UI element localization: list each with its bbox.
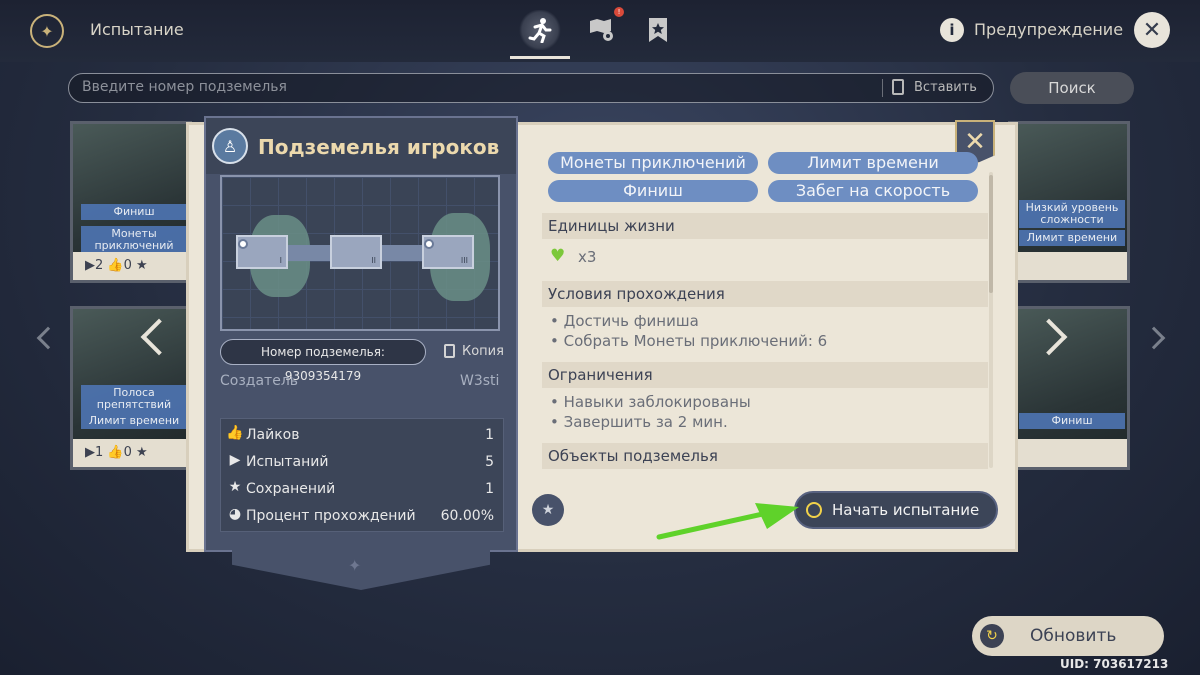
stat-row-completion: ◕ Процент прохождений 60.00% [226,506,498,528]
heart-icon: ♥ [550,246,566,266]
section-objects-heading: Объекты подземелья [542,443,988,469]
star-icon: ★ [228,479,242,495]
card-tag: Финиш [1019,413,1125,429]
copy-button[interactable]: Копия [462,344,504,359]
card-stats: ▶2 👍0 ★ [73,252,189,280]
pointer-arrow-icon [656,503,799,540]
tag-chip: Финиш [548,180,758,202]
page-next-icon[interactable] [1142,326,1166,350]
restriction-item: • Навыки заблокированы [550,393,751,411]
stat-row-likes: 👍 Лайков 1 [226,425,498,447]
dungeon-card[interactable]: Финиш [1008,306,1130,470]
card-stats [1011,252,1127,280]
tag-chip: Лимит времени [768,152,978,174]
challenge-emblem-icon: ✦ [30,14,64,48]
close-icon[interactable]: ✕ [1134,12,1170,48]
dungeon-card[interactable]: Полоса препятствий Лимит времени ▶1 👍0 ★ [70,306,192,470]
card-tag: Полоса препятствий [81,385,187,413]
stat-label: Испытаний [246,454,329,470]
stat-value: 60.00% [440,508,494,524]
finish-pin-icon [424,239,434,249]
stat-row-saves: ★ Сохранений 1 [226,479,498,501]
stat-row-attempts: ▶ Испытаний 5 [226,452,498,474]
card-tag: Низкий уровень сложности [1019,200,1125,228]
room-number: I [279,256,282,265]
lives-count: x3 [578,248,597,266]
favorite-star-button[interactable]: ★ [532,494,564,526]
dungeon-card[interactable]: Финиш Монеты приключений ▶2 👍0 ★ [70,121,192,283]
stat-label: Сохранений [246,481,336,497]
start-pin-icon [238,239,248,249]
room-number: III [460,256,468,265]
paste-button[interactable]: Вставить [914,80,977,95]
scrollbar-thumb[interactable] [989,175,993,293]
map-room: II [330,235,382,269]
thumbs-up-icon: 👍 [226,425,244,441]
sparkle-icon: ✦ [348,556,362,575]
condition-item: • Достичь финиша [550,312,699,330]
dungeon-card[interactable]: Низкий уровень сложности Лимит времени [1008,121,1130,283]
section-lives-heading: Единицы жизни [542,213,988,239]
tab-bookmark-icon[interactable] [636,10,680,50]
condition-item: • Собрать Монеты приключений: 6 [550,332,828,350]
active-tab-indicator [510,56,570,59]
divider [882,79,883,97]
stat-value: 5 [485,454,494,470]
card-tag: Финиш [81,204,187,220]
section-conditions-heading: Условия прохождения [542,281,988,307]
restriction-item: • Завершить за 2 мин. [550,413,728,431]
stat-value: 1 [485,427,494,443]
stat-label: Процент прохождений [246,508,416,524]
confirm-ring-icon [806,502,822,518]
warning-link[interactable]: Предупреждение [974,20,1123,39]
creator-label: Создатель [220,373,299,389]
player-dungeon-logo-icon: ♙ [212,128,248,164]
paste-icon[interactable] [892,79,904,95]
search-placeholder: Введите номер подземелья [82,79,287,95]
creator-name: W3sti [460,373,500,389]
info-icon[interactable]: i [940,18,964,42]
refresh-icon: ↻ [980,624,1004,648]
section-restrictions-heading: Ограничения [542,362,988,388]
card-tag: Лимит времени [81,413,187,429]
uid-label: UID: 703617213 [1060,657,1169,671]
stat-value: 1 [485,481,494,497]
search-button[interactable]: Поиск [1010,72,1134,104]
tag-chip: Забег на скорость [768,180,978,202]
start-challenge-button[interactable]: Начать испытание [794,491,998,529]
tab-run-icon[interactable] [518,10,562,50]
page-title: Испытание [90,20,184,39]
copy-icon[interactable] [444,344,455,358]
tag-chip: Монеты приключений [548,152,758,174]
play-icon: ▶ [229,452,241,468]
stat-label: Лайков [246,427,300,443]
card-stats: ▶1 👍0 ★ [73,439,189,467]
dungeon-map-preview: I II III [220,175,500,331]
pie-icon: ◕ [228,506,242,522]
card-tag: Монеты приключений [81,226,187,254]
card-stats [1011,439,1127,467]
dungeon-id: Номер подземелья: 9309354179 [220,339,426,383]
panel-title: Подземелья игроков [258,135,500,159]
notification-badge: ! [614,7,624,17]
page-prev-icon[interactable] [36,326,60,350]
card-tag: Лимит времени [1019,230,1125,246]
room-number: II [371,256,376,265]
